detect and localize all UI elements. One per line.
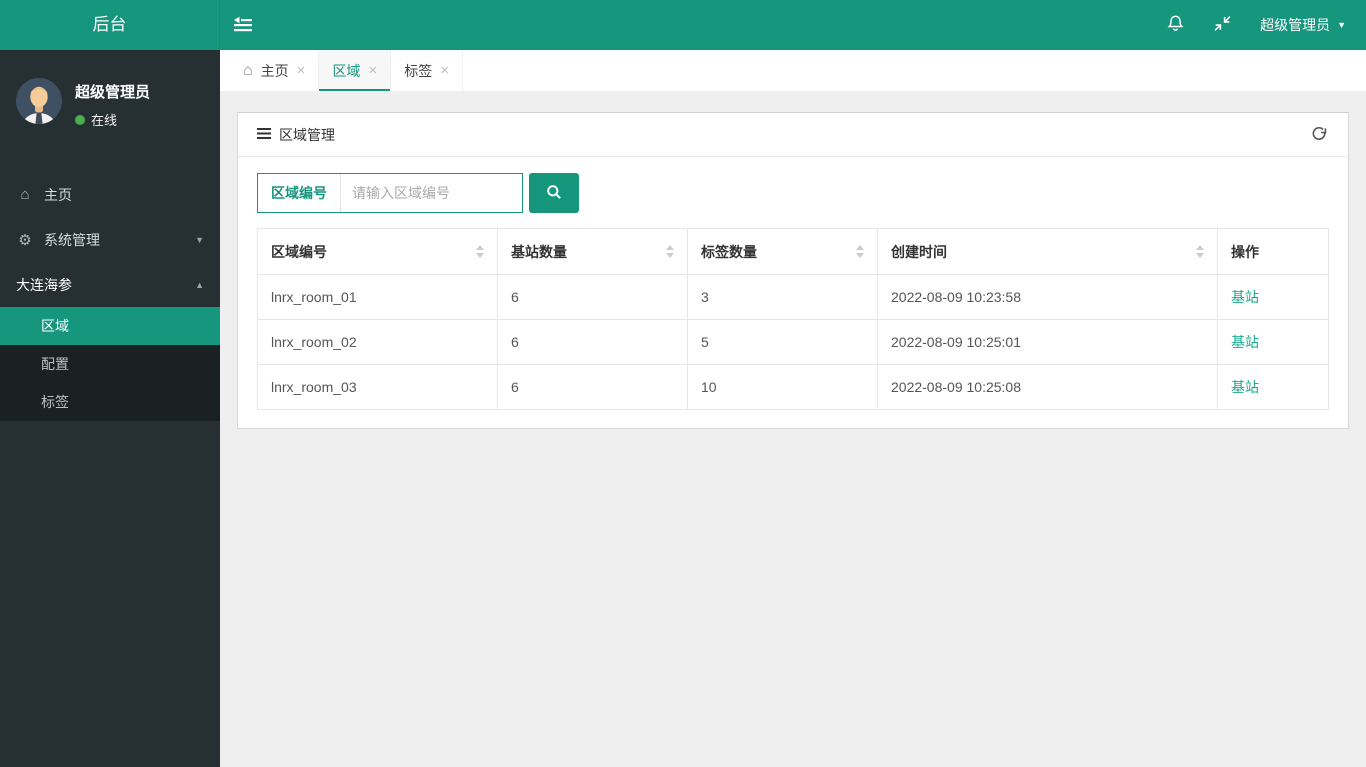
- list-bars-icon: [257, 127, 271, 143]
- sidebar-toggle-button[interactable]: [233, 16, 253, 35]
- refresh-button[interactable]: [1310, 125, 1329, 144]
- cell-tag-count: 5: [687, 319, 878, 365]
- sidebar-user-name: 超级管理员: [75, 84, 151, 101]
- sidebar-item-home[interactable]: ⌂ 主页: [0, 172, 220, 217]
- search-row: 区域编号: [257, 173, 1329, 213]
- sidebar-item-tags[interactable]: 标签: [0, 383, 220, 421]
- compress-arrows-icon: [1213, 14, 1232, 36]
- search-group: 区域编号: [257, 173, 523, 213]
- bell-icon: [1166, 14, 1185, 36]
- sidebar-item-label: 主页: [44, 186, 72, 203]
- sidebar-submenu: 区域 配置 标签: [0, 307, 220, 421]
- user-dropdown-label: 超级管理员: [1260, 17, 1331, 33]
- sidebar-item-label: 系统管理: [44, 231, 100, 248]
- sidebar-item-dalian-haishen[interactable]: 大连海参 ▲: [0, 262, 220, 307]
- region-id-search-input[interactable]: [341, 174, 522, 212]
- cell-created-at: 2022-08-09 10:23:58: [877, 274, 1218, 320]
- region-table: 区域编号 基站数量 标签数量 创建时间 操作 lnrx_room_01 6 3 …: [257, 228, 1329, 410]
- cell-tag-count: 3: [687, 274, 878, 320]
- close-icon[interactable]: ×: [440, 62, 449, 79]
- sidebar-user-status: 在线: [75, 110, 150, 129]
- sidebar-item-config[interactable]: 配置: [0, 345, 220, 383]
- table-row: lnrx_room_03 6 10 2022-08-09 10:25:08 基站: [257, 364, 1329, 410]
- sidebar: 超级管理员 在线 ⌂ 主页 ⚙ 系统管理 ▼ 大连海参 ▲ 区域 配置 标签: [0, 50, 220, 767]
- tab-region[interactable]: 区域 ×: [319, 50, 392, 91]
- search-button[interactable]: [529, 173, 579, 213]
- caret-down-icon: ▼: [1337, 19, 1346, 30]
- sort-icon[interactable]: [1196, 245, 1204, 258]
- column-header-actions: 操作: [1217, 228, 1329, 275]
- content: 区域管理 区域编号 请输入区域编号 区域编号 基站数量 标签数量 创建时间 操作…: [220, 91, 1366, 450]
- base-station-link[interactable]: 基站: [1231, 334, 1259, 350]
- gear-icon: ⚙: [18, 231, 32, 249]
- column-header-created-at[interactable]: 创建时间: [877, 228, 1218, 275]
- home-icon: ⌂: [20, 186, 30, 203]
- cell-base-stations: 6: [497, 319, 688, 365]
- cell-region-id: lnrx_room_01: [257, 274, 498, 320]
- sort-icon[interactable]: [666, 245, 674, 258]
- main-area: ⌂ 主页 × 区域 × 标签 × 区域管理 区域编号 请输入区域编号 区域编号 …: [220, 50, 1366, 767]
- base-station-link[interactable]: 基站: [1231, 289, 1259, 305]
- table-header-row: 区域编号 基站数量 标签数量 创建时间 操作: [257, 228, 1329, 275]
- panel-header: 区域管理: [238, 113, 1348, 157]
- cell-region-id: lnrx_room_03: [257, 364, 498, 410]
- tab-label: 区域: [332, 62, 361, 79]
- cell-created-at: 2022-08-09 10:25:08: [877, 364, 1218, 410]
- cell-created-at: 2022-08-09 10:25:01: [877, 319, 1218, 365]
- home-icon: ⌂: [243, 61, 253, 79]
- tab-label: 标签: [404, 62, 433, 79]
- tab-bar: ⌂ 主页 × 区域 × 标签 ×: [220, 50, 1366, 91]
- outdent-menu-icon: [233, 16, 253, 35]
- search-icon: [546, 184, 562, 203]
- column-header-base-stations[interactable]: 基站数量: [497, 228, 688, 275]
- sidebar-item-label: 大连海参: [16, 276, 72, 293]
- column-header-tag-count[interactable]: 标签数量: [687, 228, 878, 275]
- chevron-up-icon: ▲: [195, 279, 204, 290]
- avatar: [16, 78, 62, 124]
- search-field-label: 区域编号: [258, 174, 341, 212]
- panel-title: 区域管理: [279, 126, 335, 143]
- sidebar-menu: ⌂ 主页 ⚙ 系统管理 ▼ 大连海参 ▲ 区域 配置 标签: [0, 172, 220, 421]
- tab-tags[interactable]: 标签 ×: [391, 50, 463, 91]
- online-status-dot-icon: [75, 114, 85, 125]
- topbar: 后台 超级管理员 ▼: [0, 0, 1366, 50]
- cell-actions: 基站: [1217, 319, 1329, 365]
- cell-region-id: lnrx_room_02: [257, 319, 498, 365]
- sidebar-user-status-label: 在线: [91, 113, 118, 128]
- sort-icon[interactable]: [476, 245, 484, 258]
- exit-fullscreen-button[interactable]: [1213, 14, 1232, 36]
- cell-actions: 基站: [1217, 364, 1329, 410]
- cell-actions: 基站: [1217, 274, 1329, 320]
- sidebar-item-system-management[interactable]: ⚙ 系统管理 ▼: [0, 217, 220, 262]
- notifications-button[interactable]: [1166, 14, 1185, 36]
- cell-tag-count: 10: [687, 364, 878, 410]
- topbar-right: 超级管理员 ▼: [1166, 14, 1346, 36]
- tab-home[interactable]: ⌂ 主页 ×: [230, 50, 320, 91]
- cell-base-stations: 6: [497, 274, 688, 320]
- close-icon[interactable]: ×: [368, 62, 377, 79]
- region-management-panel: 区域管理 区域编号 请输入区域编号 区域编号 基站数量 标签数量 创建时间 操作…: [237, 112, 1349, 429]
- close-icon[interactable]: ×: [297, 62, 306, 79]
- base-station-link[interactable]: 基站: [1231, 379, 1259, 395]
- cell-base-stations: 6: [497, 364, 688, 410]
- sort-icon[interactable]: [856, 245, 864, 258]
- chevron-down-icon: ▼: [195, 234, 204, 245]
- column-header-region-id[interactable]: 区域编号: [257, 228, 498, 275]
- sidebar-user-meta: 超级管理员 在线: [75, 78, 150, 158]
- user-dropdown[interactable]: 超级管理员 ▼: [1260, 15, 1346, 35]
- sidebar-user-panel: 超级管理员 在线: [0, 50, 220, 158]
- table-row: lnrx_room_02 6 5 2022-08-09 10:25:01 基站: [257, 319, 1329, 365]
- panel-body: 区域编号 请输入区域编号 区域编号 基站数量 标签数量 创建时间 操作 lnrx…: [238, 157, 1348, 428]
- table-row: lnrx_room_01 6 3 2022-08-09 10:23:58 基站: [257, 274, 1329, 320]
- app-logo: 后台: [0, 0, 220, 50]
- tab-label: 主页: [260, 62, 289, 79]
- sidebar-item-region[interactable]: 区域: [0, 307, 220, 345]
